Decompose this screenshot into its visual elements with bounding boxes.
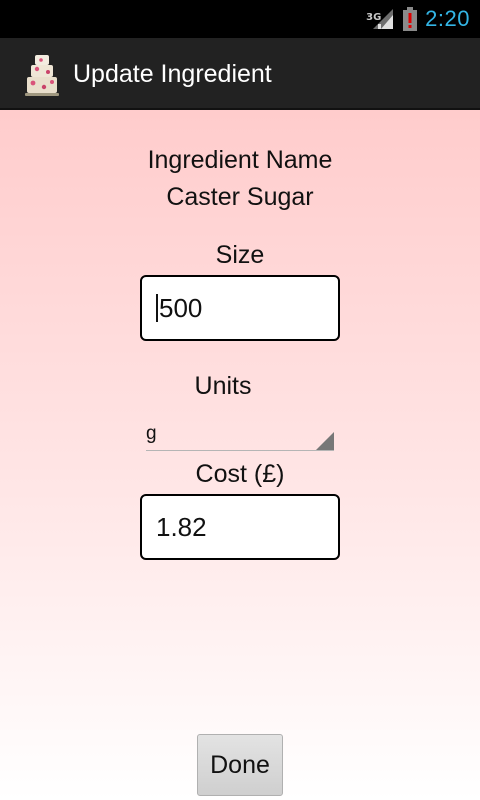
- units-label: Units: [194, 372, 252, 400]
- units-selected: g: [146, 423, 157, 444]
- status-bar: 3G 2:20: [0, 0, 480, 38]
- units-spinner[interactable]: g: [146, 423, 334, 451]
- network-type: 3G: [366, 12, 382, 23]
- ingredient-name-value: Caster Sugar: [166, 183, 314, 211]
- size-input[interactable]: 500: [140, 275, 340, 341]
- page-title: Update Ingredient: [73, 60, 272, 88]
- cost-input[interactable]: 1.82: [140, 494, 340, 560]
- size-value: 500: [159, 292, 203, 323]
- dropdown-arrow-icon: [316, 432, 334, 450]
- signal-bars-icon: 3G: [366, 7, 395, 31]
- size-label: Size: [215, 241, 265, 269]
- cost-label: Cost (£): [195, 460, 285, 488]
- ingredient-name-label: Ingredient Name: [147, 146, 333, 174]
- done-button[interactable]: Done: [197, 734, 283, 796]
- status-clock: 2:20: [425, 6, 470, 31]
- content-area: [0, 110, 480, 800]
- text-cursor: [156, 294, 158, 322]
- wedding-cake-icon[interactable]: [24, 53, 60, 97]
- battery-alert-icon: [403, 7, 418, 31]
- cost-value: 1.82: [156, 511, 207, 542]
